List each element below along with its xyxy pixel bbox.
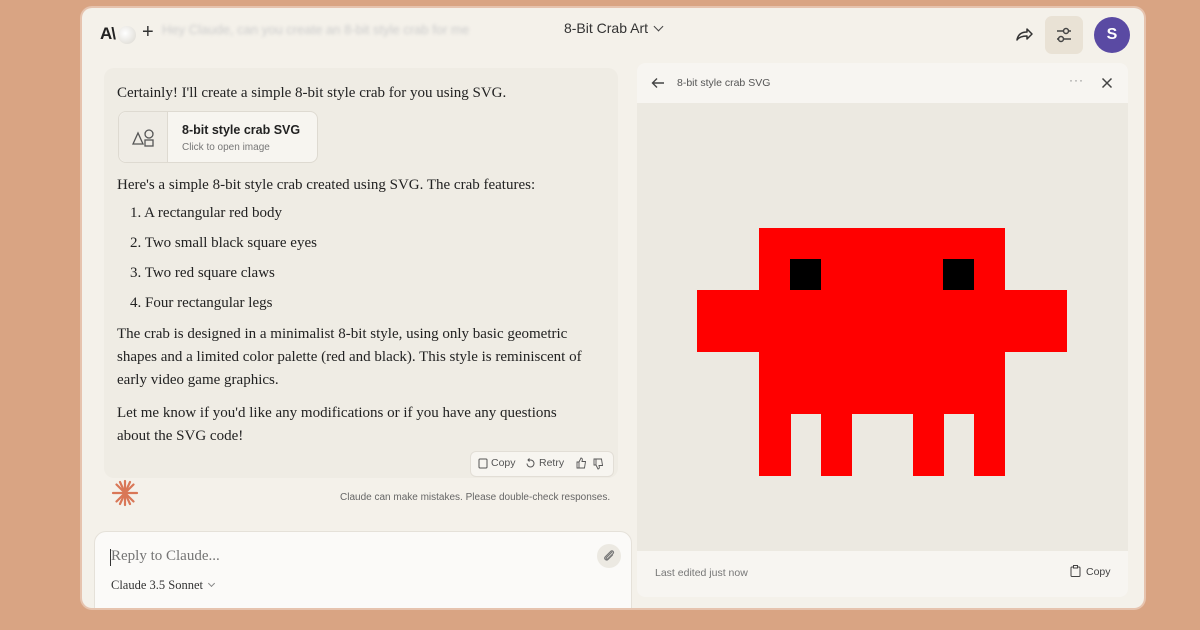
artifact-card[interactable]: 8-bit style crab SVG Click to open image bbox=[118, 111, 318, 163]
artifact-panel-title: 8-bit style crab SVG bbox=[677, 77, 771, 89]
crab-eye bbox=[790, 259, 821, 290]
artifact-card-subtitle: Click to open image bbox=[182, 142, 270, 153]
crab-eye bbox=[943, 259, 974, 290]
crab-image bbox=[697, 228, 1067, 476]
reply-composer: Claude 3.5 Sonnet bbox=[94, 531, 632, 608]
list-item: 4. Four rectangular legs bbox=[130, 295, 273, 311]
paperclip-icon bbox=[604, 550, 615, 561]
artifact-panel: 8-bit style crab SVG ··· Last edited jus… bbox=[637, 63, 1128, 597]
clipboard-icon bbox=[1070, 565, 1081, 577]
retry-button[interactable]: Retry bbox=[539, 457, 564, 469]
crab-leg bbox=[974, 414, 1005, 476]
sliders-icon bbox=[1057, 27, 1071, 43]
message-paragraph: Let me know if you'd like any modificati… bbox=[117, 405, 557, 444]
message-intro: Certainly! I'll create a simple 8-bit st… bbox=[117, 85, 507, 101]
artifact-card-title: 8-bit style crab SVG bbox=[182, 123, 301, 137]
chevron-down-icon bbox=[207, 579, 216, 588]
artifact-panel-header: 8-bit style crab SVG ··· bbox=[637, 63, 1128, 103]
crab-body bbox=[759, 228, 1005, 414]
more-options-icon[interactable]: ··· bbox=[1069, 73, 1084, 87]
attach-button[interactable] bbox=[597, 544, 621, 568]
crab-left-claw bbox=[697, 290, 759, 352]
list-item: 3. Two red square claws bbox=[130, 265, 275, 281]
app-window: A\ + Hey Claude, can you create an 8-bit… bbox=[82, 8, 1144, 608]
chevron-down-icon bbox=[653, 21, 664, 32]
user-avatar[interactable]: S bbox=[1094, 17, 1130, 53]
artifact-panel-footer: Last edited just now Copy bbox=[637, 551, 1128, 597]
back-arrow-icon[interactable] bbox=[651, 77, 665, 89]
list-item: 1. A rectangular red body bbox=[130, 205, 283, 221]
shapes-icon bbox=[119, 112, 168, 162]
thumbs-down-icon[interactable] bbox=[593, 458, 604, 470]
disclaimer-text: Claude can make mistakes. Please double-… bbox=[340, 492, 611, 503]
claude-star-icon bbox=[111, 479, 139, 507]
thumbs-up-icon[interactable] bbox=[576, 457, 587, 469]
crab-leg bbox=[759, 414, 791, 476]
crab-leg bbox=[913, 414, 944, 476]
conversation-title[interactable]: 8-Bit Crab Art bbox=[82, 20, 1144, 36]
model-label: Claude 3.5 Sonnet bbox=[111, 578, 204, 592]
conversation-title-label: 8-Bit Crab Art bbox=[563, 20, 649, 36]
list-item: 2. Two small black square eyes bbox=[130, 235, 317, 251]
text-caret bbox=[110, 549, 111, 566]
model-selector[interactable]: Claude 3.5 Sonnet bbox=[111, 578, 216, 593]
share-icon[interactable] bbox=[1014, 25, 1034, 45]
message-paragraph: Here's a simple 8-bit style crab created… bbox=[117, 177, 536, 193]
message-paragraph: The crab is designed in a minimalist 8-b… bbox=[117, 326, 582, 388]
message-actions: Copy Retry bbox=[470, 451, 614, 477]
crab-leg bbox=[821, 414, 852, 476]
settings-button[interactable] bbox=[1045, 16, 1083, 54]
crab-right-claw bbox=[1005, 290, 1067, 352]
copy-button[interactable]: Copy bbox=[491, 457, 516, 469]
artifact-copy-button[interactable]: Copy bbox=[1070, 565, 1111, 578]
reply-input[interactable] bbox=[111, 548, 511, 565]
artifact-canvas bbox=[637, 103, 1128, 551]
copy-icon[interactable] bbox=[478, 458, 488, 469]
close-icon[interactable] bbox=[1101, 77, 1113, 89]
last-edited-status: Last edited just now bbox=[655, 567, 748, 579]
artifact-copy-label: Copy bbox=[1086, 566, 1111, 578]
retry-icon[interactable] bbox=[525, 458, 536, 469]
feature-list: 1. A rectangular red body 2. Two small b… bbox=[130, 202, 317, 322]
